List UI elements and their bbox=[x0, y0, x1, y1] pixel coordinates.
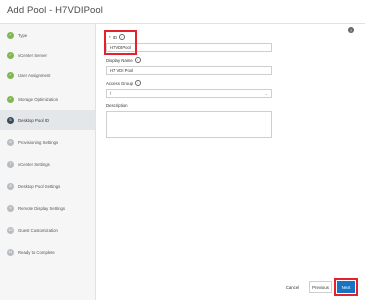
wizard-steps-sidebar: ✓ Type ✓ vCenter Server ✓ User Assignmen… bbox=[0, 24, 96, 300]
access-group-select[interactable]: / ⌄ bbox=[106, 89, 272, 98]
step-label: Provisioning Settings bbox=[18, 139, 59, 145]
step-vcenter-server[interactable]: ✓ vCenter Server bbox=[0, 45, 95, 65]
check-icon: ✓ bbox=[7, 71, 14, 79]
highlight-box-id bbox=[104, 30, 137, 55]
step-number-badge: 9 bbox=[7, 204, 14, 212]
cancel-button[interactable]: Cancel bbox=[284, 281, 301, 293]
access-group-value: / bbox=[110, 91, 112, 96]
wizard-title: Add Pool - H7VDIPool bbox=[7, 5, 103, 16]
step-desktop-pool-settings[interactable]: 8 Desktop Pool Settings bbox=[0, 176, 95, 196]
access-group-label: Access Group bbox=[106, 80, 133, 86]
display-name-label: Display Name bbox=[106, 57, 133, 63]
step-number-badge: 7 bbox=[7, 160, 14, 168]
help-icon[interactable]: ? bbox=[348, 27, 354, 33]
previous-button[interactable]: Previous bbox=[309, 281, 332, 293]
step-provisioning-settings[interactable]: 6 Provisioning Settings bbox=[0, 132, 95, 152]
step-label: vCenter Settings bbox=[18, 161, 50, 167]
step-label: User Assignment bbox=[18, 72, 51, 78]
chevron-down-icon: ⌄ bbox=[264, 91, 268, 96]
step-label: vCenter Server bbox=[18, 52, 47, 58]
step-label: Type bbox=[18, 32, 28, 38]
access-group-label-row: Access Group i bbox=[106, 80, 141, 86]
step-desktop-pool-id[interactable]: 5 Desktop Pool ID bbox=[0, 110, 95, 130]
info-icon[interactable]: i bbox=[135, 80, 141, 86]
step-type[interactable]: ✓ Type bbox=[0, 25, 95, 45]
info-icon[interactable]: i bbox=[134, 57, 141, 63]
description-label: Description bbox=[106, 103, 128, 108]
check-icon: ✓ bbox=[7, 51, 14, 59]
highlight-box-next bbox=[334, 278, 358, 296]
check-icon: ✓ bbox=[7, 95, 14, 103]
step-number-badge: 8 bbox=[7, 182, 14, 190]
step-label: Ready to Complete bbox=[18, 249, 55, 255]
step-number-badge: 10 bbox=[7, 226, 14, 234]
step-label: Storage Optimization bbox=[18, 96, 59, 102]
description-textarea[interactable] bbox=[106, 111, 272, 138]
step-ready-to-complete[interactable]: 11 Ready to Complete bbox=[0, 242, 95, 262]
display-name-input[interactable]: H7 VDI Pool bbox=[106, 66, 272, 75]
step-remote-display-settings[interactable]: 9 Remote Display Settings bbox=[0, 198, 95, 218]
step-label: Guest Customization bbox=[18, 227, 58, 233]
step-guest-customization[interactable]: 10 Guest Customization bbox=[0, 220, 95, 240]
step-label: Remote Display Settings bbox=[18, 205, 66, 211]
step-label: Desktop Pool ID bbox=[18, 117, 50, 123]
step-storage-optimization[interactable]: ✓ Storage Optimization bbox=[0, 89, 95, 109]
display-name-label-row: Display Name i bbox=[106, 57, 141, 63]
step-number-badge: 6 bbox=[7, 138, 14, 146]
step-number-badge: 11 bbox=[7, 248, 14, 256]
step-user-assignment[interactable]: ✓ User Assignment bbox=[0, 65, 95, 85]
wizard-header: Add Pool - H7VDIPool bbox=[0, 0, 365, 24]
step-number-badge: 5 bbox=[7, 116, 14, 124]
step-label: Desktop Pool Settings bbox=[18, 183, 61, 189]
description-label-row: Description bbox=[106, 103, 128, 108]
check-icon: ✓ bbox=[7, 31, 14, 39]
step-vcenter-settings[interactable]: 7 vCenter Settings bbox=[0, 154, 95, 174]
